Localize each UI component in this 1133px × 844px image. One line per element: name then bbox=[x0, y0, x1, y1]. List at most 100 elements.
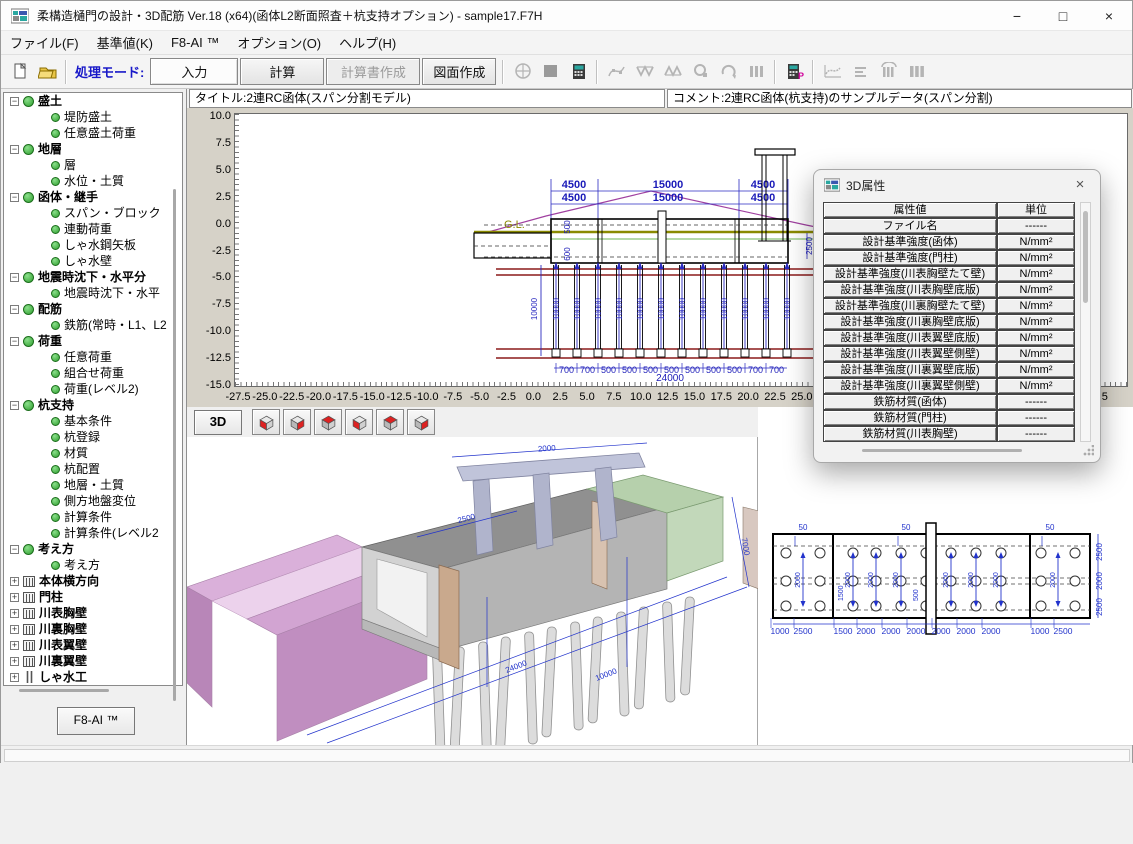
view-top-right-cube-icon[interactable] bbox=[376, 409, 404, 435]
menu-item-2[interactable]: F8-AI ™ bbox=[162, 31, 228, 54]
tree-item[interactable]: 荷重(レベル2) bbox=[4, 381, 182, 397]
model-3d-view[interactable]: 2400010000700025002000 bbox=[187, 437, 758, 745]
tree-item[interactable]: 杭配置 bbox=[4, 461, 182, 477]
tree-item[interactable]: 鉄筋(常時・L1、L2 bbox=[4, 317, 182, 333]
expand-icon[interactable]: + bbox=[10, 641, 19, 650]
calculator-p-icon[interactable]: P bbox=[780, 58, 808, 86]
attribute-row[interactable]: 設計基準強度(川裏翼壁側壁)N/mm² bbox=[823, 378, 1075, 394]
maximize-button[interactable]: □ bbox=[1040, 1, 1086, 30]
view-top-cube-icon[interactable] bbox=[314, 409, 342, 435]
tree-item[interactable]: スパン・ブロック bbox=[4, 205, 182, 221]
tree-item[interactable]: −荷重 bbox=[4, 333, 182, 349]
attribute-row[interactable]: 設計基準強度(函体)N/mm² bbox=[823, 234, 1075, 250]
expand-icon[interactable]: + bbox=[10, 593, 19, 602]
collapse-icon[interactable]: − bbox=[10, 273, 19, 282]
attribute-row[interactable]: 鉄筋材質(川表胸壁)------ bbox=[823, 426, 1075, 442]
attribute-row[interactable]: 設計基準強度(川表胸壁たて壁)N/mm² bbox=[823, 266, 1075, 282]
attributes-3d-panel[interactable]: 3D属性 × 属性値単位ファイル名------設計基準強度(函体)N/mm²設計… bbox=[813, 169, 1101, 463]
calculator-icon[interactable] bbox=[564, 58, 592, 86]
mode-button-input[interactable]: 入力 bbox=[150, 58, 238, 85]
tree-horizontal-scrollbar[interactable] bbox=[19, 689, 109, 692]
minimize-button[interactable]: − bbox=[994, 1, 1040, 30]
tree-item[interactable]: 任意荷重 bbox=[4, 349, 182, 365]
panel-vertical-scrollbar[interactable] bbox=[1080, 202, 1091, 442]
attribute-row[interactable]: ファイル名------ bbox=[823, 218, 1075, 234]
tree-item[interactable]: −地層 bbox=[4, 141, 182, 157]
tree-item[interactable]: +川裏胸壁 bbox=[4, 621, 182, 637]
panel-horizontal-scrollbar[interactable] bbox=[862, 449, 1022, 452]
close-button[interactable]: × bbox=[1086, 1, 1132, 30]
collapse-icon[interactable]: − bbox=[10, 305, 19, 314]
expand-icon[interactable]: + bbox=[10, 577, 19, 586]
panel-close-icon[interactable]: × bbox=[1070, 175, 1090, 195]
expand-icon[interactable]: + bbox=[10, 609, 19, 618]
tree-item[interactable]: 任意盛土荷重 bbox=[4, 125, 182, 141]
mode-button-report[interactable]: 計算書作成 bbox=[326, 58, 420, 85]
attribute-row[interactable]: 設計基準強度(川裏翼壁底版)N/mm² bbox=[823, 362, 1075, 378]
collapse-icon[interactable]: − bbox=[10, 337, 19, 346]
menu-item-4[interactable]: ヘルプ(H) bbox=[330, 31, 405, 54]
view-bottom-cube-icon[interactable] bbox=[407, 409, 435, 435]
tree-item[interactable]: 連動荷重 bbox=[4, 221, 182, 237]
expand-icon[interactable]: + bbox=[10, 625, 19, 634]
attribute-row[interactable]: 鉄筋材質(函体)------ bbox=[823, 394, 1075, 410]
tree-item[interactable]: 堤防盛土 bbox=[4, 109, 182, 125]
panel-title-bar[interactable]: 3D属性 × bbox=[814, 170, 1100, 200]
tree-item[interactable]: 地震時沈下・水平 bbox=[4, 285, 182, 301]
tree-item[interactable]: 層 bbox=[4, 157, 182, 173]
tree-item[interactable]: −函体・継手 bbox=[4, 189, 182, 205]
mode-button-calc[interactable]: 計算 bbox=[240, 58, 324, 85]
open-file-icon[interactable] bbox=[33, 58, 61, 86]
tree-item[interactable]: +川表翼壁 bbox=[4, 637, 182, 653]
menu-item-0[interactable]: ファイル(F) bbox=[1, 31, 88, 54]
tree-item[interactable]: +門柱 bbox=[4, 589, 182, 605]
tree-item[interactable]: −地震時沈下・水平分 bbox=[4, 269, 182, 285]
tree-item[interactable]: −考え方 bbox=[4, 541, 182, 557]
attribute-row[interactable]: 設計基準強度(門柱)N/mm² bbox=[823, 250, 1075, 266]
tree-item[interactable]: −配筋 bbox=[4, 301, 182, 317]
menu-item-1[interactable]: 基準値(K) bbox=[88, 31, 162, 54]
attribute-row[interactable]: 設計基準強度(川裏胸壁たて壁)N/mm² bbox=[823, 298, 1075, 314]
attribute-row[interactable]: 設計基準強度(川裏胸壁底版)N/mm² bbox=[823, 314, 1075, 330]
tree-item[interactable]: 材質 bbox=[4, 445, 182, 461]
tree-item[interactable]: しゃ水鋼矢板 bbox=[4, 237, 182, 253]
tree-item[interactable]: 計算条件(レベル2 bbox=[4, 525, 182, 541]
f8-ai-button[interactable]: F8-AI ™ bbox=[57, 707, 135, 735]
tree-item[interactable]: 地層・土質 bbox=[4, 477, 182, 493]
tree-item[interactable]: +川裏翼壁 bbox=[4, 653, 182, 669]
tree-item[interactable]: +本体横方向 bbox=[4, 573, 182, 589]
tree-item[interactable]: 考え方 bbox=[4, 557, 182, 573]
view-front-cube-icon[interactable] bbox=[252, 409, 280, 435]
tree-item[interactable]: 計算条件 bbox=[4, 509, 182, 525]
expand-icon[interactable]: + bbox=[10, 657, 19, 666]
x-axis-tick: -27.5 bbox=[225, 391, 250, 403]
attribute-row[interactable]: 鉄筋材質(門柱)------ bbox=[823, 410, 1075, 426]
collapse-icon[interactable]: − bbox=[10, 545, 19, 554]
panel-resize-grip[interactable] bbox=[1082, 445, 1094, 457]
collapse-icon[interactable]: − bbox=[10, 401, 19, 410]
new-document-icon[interactable] bbox=[5, 58, 33, 86]
tree-item[interactable]: +川表胸壁 bbox=[4, 605, 182, 621]
attribute-row[interactable]: 設計基準強度(川表翼壁底版)N/mm² bbox=[823, 330, 1075, 346]
expand-icon[interactable]: + bbox=[10, 673, 19, 682]
attribute-row[interactable]: 設計基準強度(川表胸壁底版)N/mm² bbox=[823, 282, 1075, 298]
tree-item[interactable]: 組合せ荷重 bbox=[4, 365, 182, 381]
tree-item[interactable]: 側方地盤変位 bbox=[4, 493, 182, 509]
tree-item[interactable]: 杭登録 bbox=[4, 429, 182, 445]
tree-item[interactable]: −盛土 bbox=[4, 93, 182, 109]
tree-item[interactable]: 水位・土質 bbox=[4, 173, 182, 189]
collapse-icon[interactable]: − bbox=[10, 97, 19, 106]
mode-button-drawing[interactable]: 図面作成 bbox=[422, 58, 496, 85]
collapse-icon[interactable]: − bbox=[10, 145, 19, 154]
tree-item[interactable]: +しゃ水工 bbox=[4, 669, 182, 685]
view-right-cube-icon[interactable] bbox=[283, 409, 311, 435]
attribute-row[interactable]: 設計基準強度(川表翼壁側壁)N/mm² bbox=[823, 346, 1075, 362]
collapse-icon[interactable]: − bbox=[10, 193, 19, 202]
view-3d-button[interactable]: 3D bbox=[194, 410, 242, 435]
tree-item[interactable]: 基本条件 bbox=[4, 413, 182, 429]
tree-item[interactable]: −杭支持 bbox=[4, 397, 182, 413]
tree-vertical-scrollbar[interactable] bbox=[173, 189, 176, 701]
menu-item-3[interactable]: オプション(O) bbox=[228, 31, 330, 54]
view-left-cube-icon[interactable] bbox=[345, 409, 373, 435]
tree-item[interactable]: しゃ水壁 bbox=[4, 253, 182, 269]
